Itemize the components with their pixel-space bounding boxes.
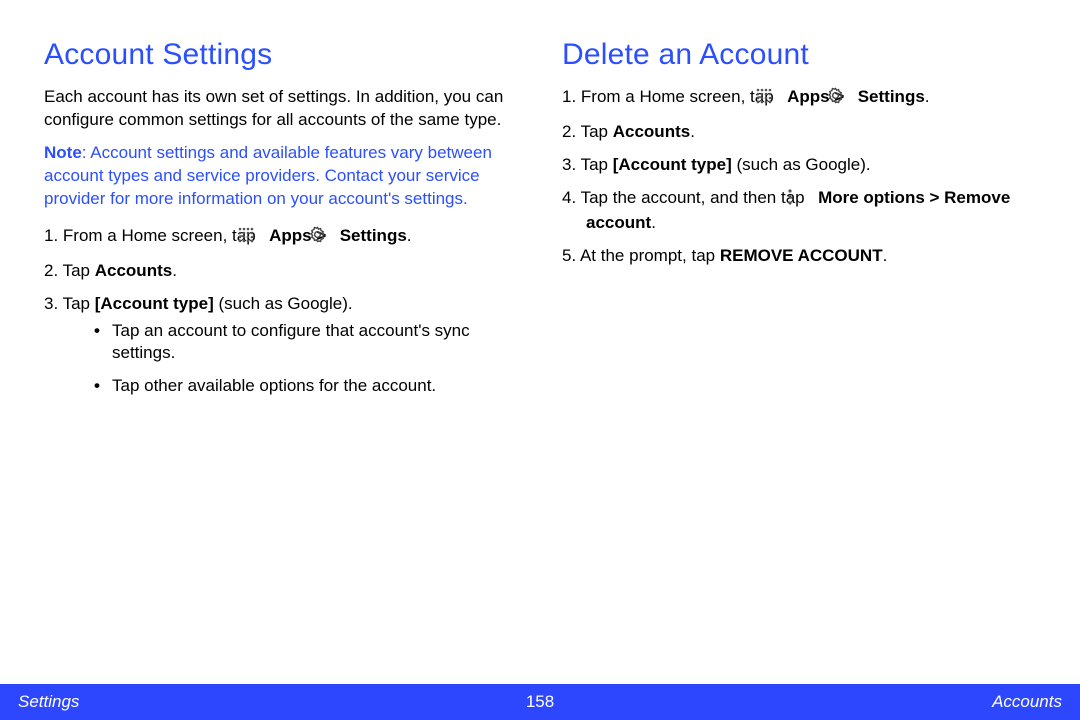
- step-text: Tap: [63, 294, 95, 313]
- content-columns: Account Settings Each account has its ow…: [0, 0, 1080, 684]
- account-type-label: [Account type]: [613, 155, 732, 174]
- sub-bullets: Tap an account to configure that account…: [68, 320, 534, 399]
- step-text: At the prompt, tap: [580, 246, 720, 265]
- step-num: 5.: [562, 246, 580, 265]
- step-2: 2. Tap Accounts.: [562, 121, 1052, 144]
- footer-right: Accounts: [992, 692, 1062, 712]
- step-num: 2.: [562, 122, 581, 141]
- bullet-2: Tap other available options for the acco…: [94, 375, 534, 398]
- note-body: : Account settings and available feature…: [44, 143, 492, 208]
- step-3: 3. Tap [Account type] (such as Google).: [562, 154, 1052, 177]
- heading-account-settings: Account Settings: [44, 38, 534, 72]
- step-num: 2.: [44, 261, 63, 280]
- step-text: Tap: [581, 155, 613, 174]
- step-num: 1.: [44, 226, 63, 245]
- step-num: 3.: [44, 294, 63, 313]
- step-num: 4.: [562, 188, 581, 207]
- step-end: .: [925, 87, 930, 106]
- settings-label: Settings: [858, 87, 925, 106]
- step-text: From a Home screen, tap: [581, 87, 778, 106]
- account-type-label: [Account type]: [95, 294, 214, 313]
- steps-list-right: 1. From a Home screen, tap Apps > Settin…: [562, 86, 1052, 268]
- accounts-label: Accounts: [95, 261, 172, 280]
- bullet-1: Tap an account to configure that account…: [94, 320, 534, 366]
- footer-left: Settings: [18, 692, 79, 712]
- settings-label: Settings: [340, 226, 407, 245]
- right-column: Delete an Account 1. From a Home screen,…: [562, 38, 1052, 684]
- step-end: .: [407, 226, 412, 245]
- footer-page-number: 158: [526, 692, 554, 712]
- step-text: (such as Google).: [214, 294, 353, 313]
- step-num: 1.: [562, 87, 581, 106]
- heading-delete-account: Delete an Account: [562, 38, 1052, 72]
- note-label: Note: [44, 143, 82, 162]
- step-1: 1. From a Home screen, tap Apps > Settin…: [44, 225, 534, 250]
- accounts-label: Accounts: [613, 122, 690, 141]
- step-text: From a Home screen, tap: [63, 226, 260, 245]
- step-3: 3. Tap [Account type] (such as Google). …: [44, 293, 534, 399]
- manual-page: Account Settings Each account has its ow…: [0, 0, 1080, 720]
- intro-text: Each account has its own set of settings…: [44, 86, 534, 132]
- step-text: (such as Google).: [732, 155, 871, 174]
- page-footer: Settings 158 Accounts: [0, 684, 1080, 720]
- step-2: 2. Tap Accounts.: [44, 260, 534, 283]
- step-end: .: [690, 122, 695, 141]
- remove-account-label: REMOVE ACCOUNT: [720, 246, 883, 265]
- step-end: .: [651, 213, 656, 232]
- step-5: 5. At the prompt, tap REMOVE ACCOUNT.: [562, 245, 1052, 268]
- note-text: Note: Account settings and available fea…: [44, 142, 534, 211]
- step-end: .: [172, 261, 177, 280]
- step-1: 1. From a Home screen, tap Apps > Settin…: [562, 86, 1052, 111]
- step-end: .: [883, 246, 888, 265]
- step-text: Tap the account, and then tap: [581, 188, 810, 207]
- steps-list-left: 1. From a Home screen, tap Apps > Settin…: [44, 225, 534, 399]
- left-column: Account Settings Each account has its ow…: [44, 38, 534, 684]
- step-text: Tap: [581, 122, 613, 141]
- step-text: Tap: [63, 261, 95, 280]
- step-4: 4. Tap the account, and then tap More op…: [562, 187, 1052, 235]
- step-num: 3.: [562, 155, 581, 174]
